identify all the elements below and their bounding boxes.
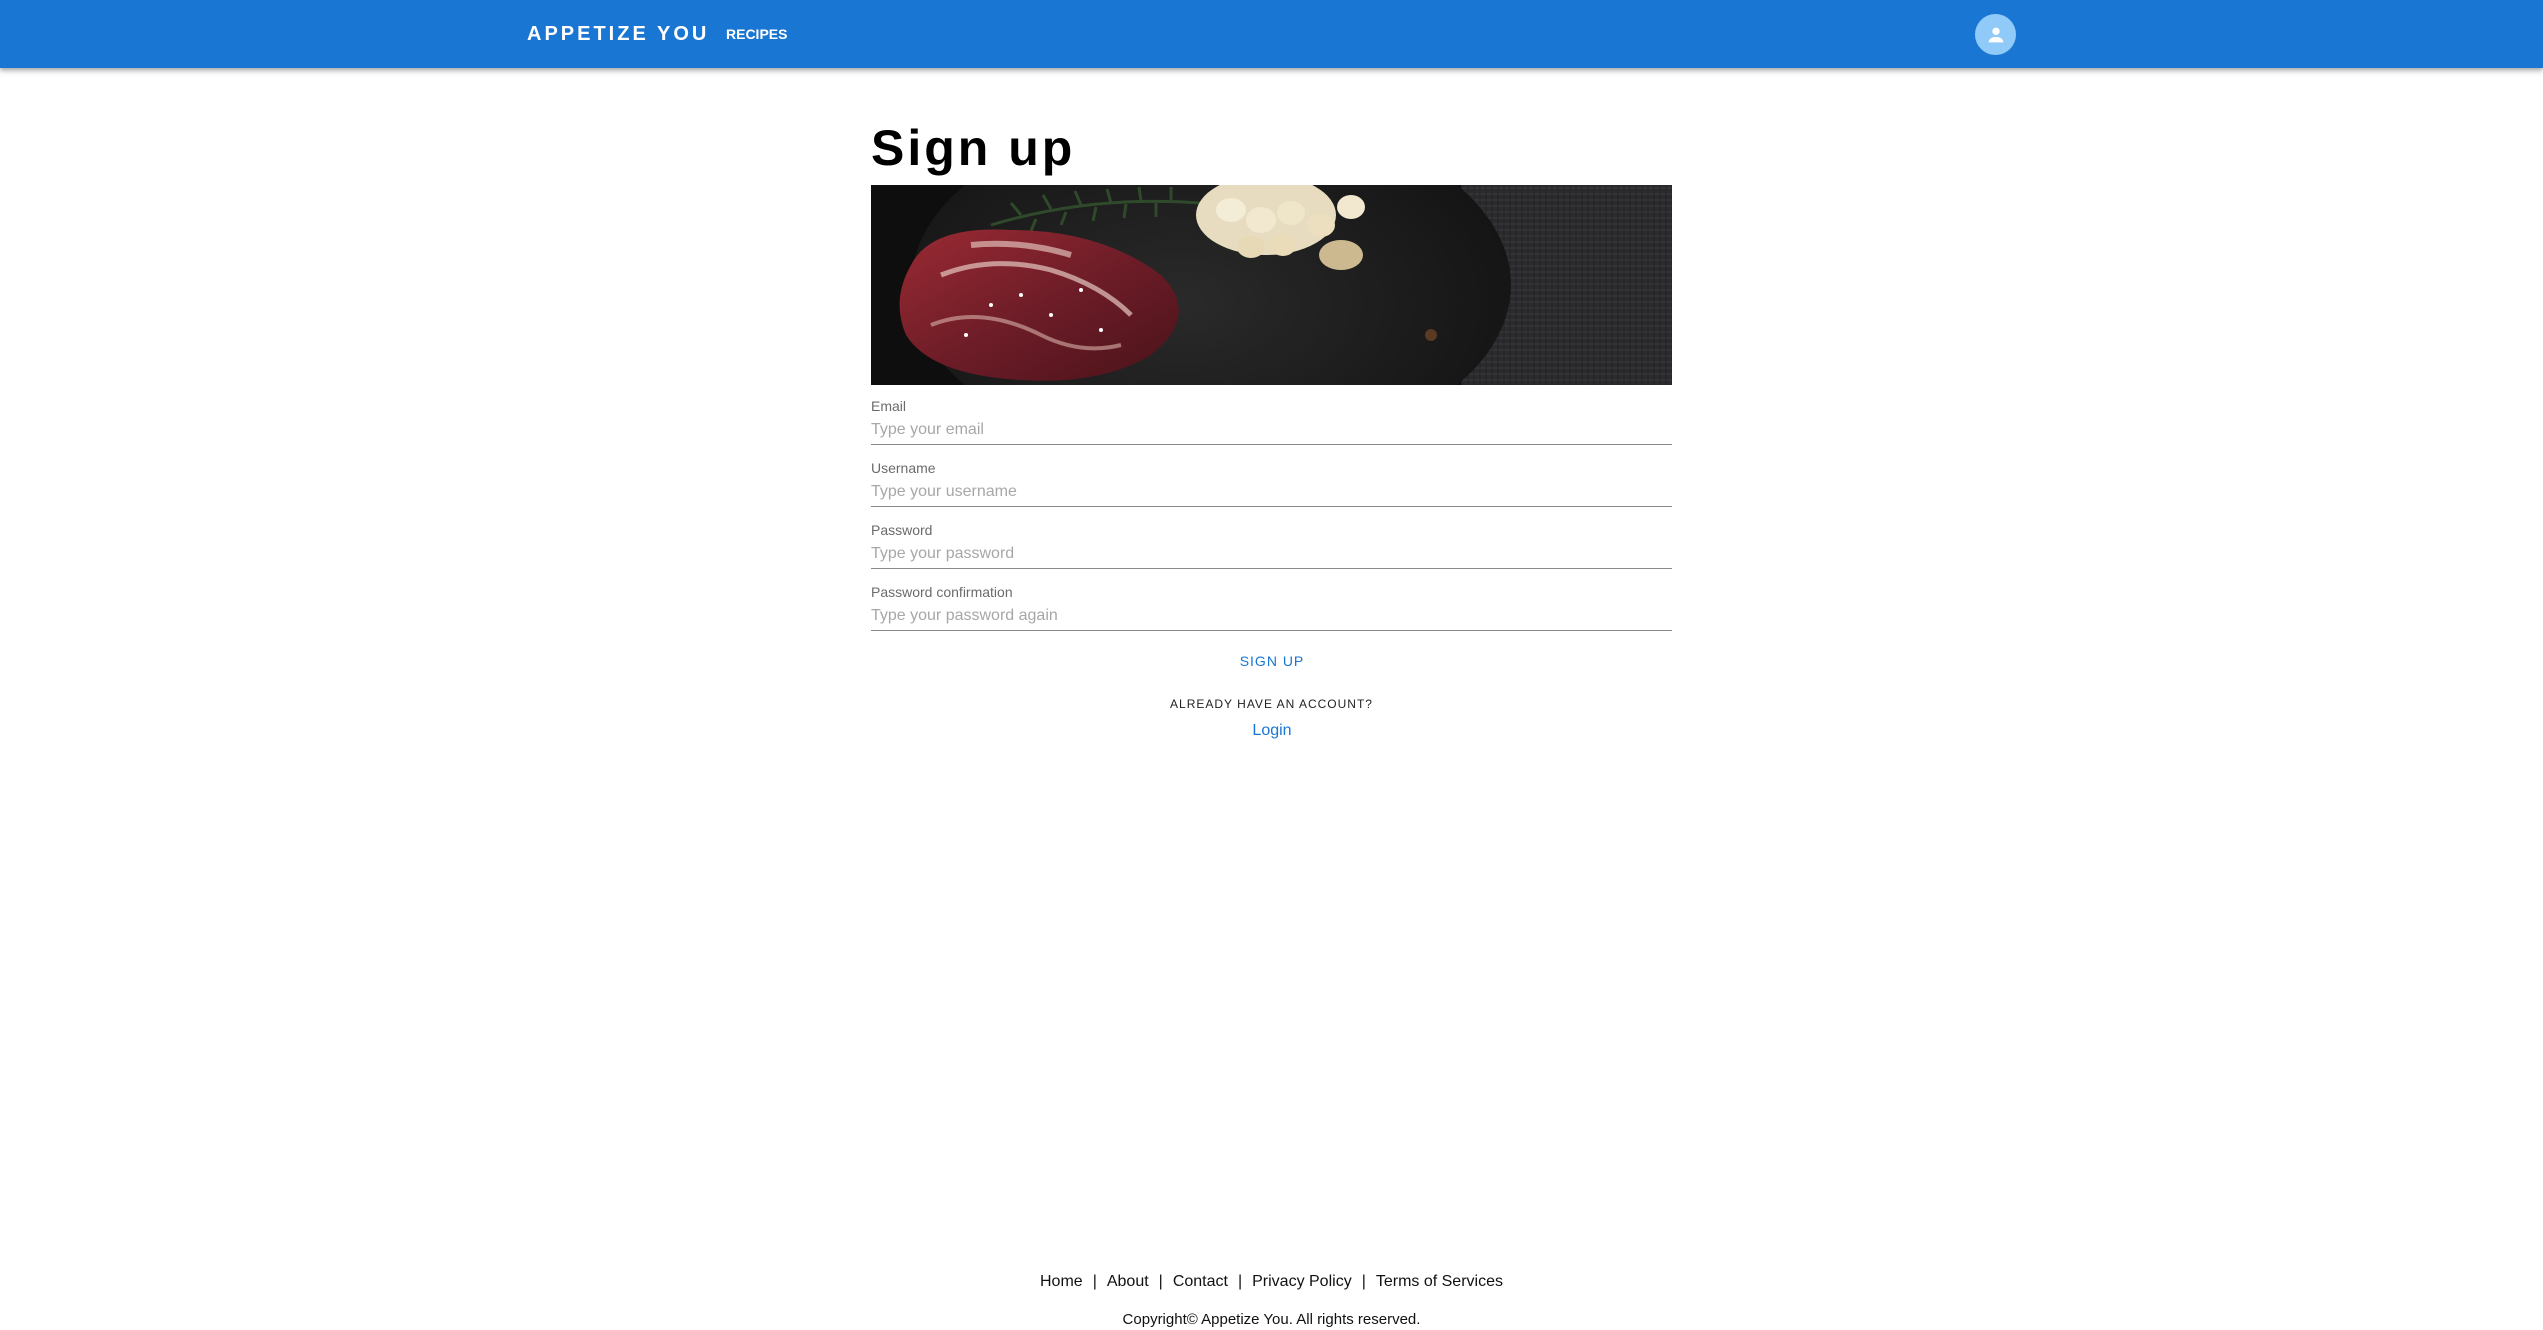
account-button[interactable] [1975, 14, 2016, 55]
email-field: Email [871, 397, 1672, 457]
email-label: Email [871, 398, 907, 414]
footer-link-terms[interactable]: Terms of Services [1376, 1273, 1503, 1290]
footer-separator: | [1237, 1273, 1243, 1290]
already-have-account-text: ALREADY HAVE AN ACCOUNT? [1170, 697, 1373, 711]
hero-image [871, 185, 1672, 385]
steak-illustration [871, 185, 1672, 385]
username-field: Username [871, 459, 1672, 519]
app-bar: APPETIZE YOU RECIPES [0, 0, 2543, 68]
footer-link-about[interactable]: About [1107, 1273, 1149, 1290]
password-label: Password [871, 522, 933, 538]
username-label: Username [871, 460, 936, 476]
password-input[interactable] [871, 543, 1672, 569]
footer-links: Home | About | Contact | Privacy Policy | Terms … [0, 1272, 2543, 1292]
footer-separator: | [1158, 1273, 1163, 1290]
brand-logo[interactable]: APPETIZE YOU [527, 20, 709, 48]
nav-recipes-link[interactable]: RECIPES [726, 24, 787, 44]
footer-separator: | [1092, 1273, 1097, 1290]
footer-separator: | [1361, 1273, 1366, 1290]
footer-link-privacy-policy[interactable]: Privacy Policy [1252, 1273, 1352, 1290]
footer-link-home[interactable]: Home [1040, 1273, 1083, 1290]
email-input[interactable] [871, 419, 1672, 445]
password-confirmation-label: Password confirmation [871, 584, 1013, 600]
password-field: Password [871, 521, 1672, 581]
username-input[interactable] [871, 481, 1672, 507]
password-confirmation-field: Password confirmation [871, 583, 1672, 643]
page-title: Sign up [871, 120, 1076, 176]
password-confirmation-input[interactable] [871, 605, 1672, 631]
login-link[interactable]: Login [1222, 720, 1322, 742]
account-circle-icon [1988, 27, 2003, 42]
sign-up-button[interactable]: SIGN UP [1222, 647, 1322, 675]
footer-link-contact[interactable]: Contact [1173, 1273, 1228, 1290]
copyright-text: Copyright© Appetize You. All rights rese… [1122, 1311, 1421, 1328]
